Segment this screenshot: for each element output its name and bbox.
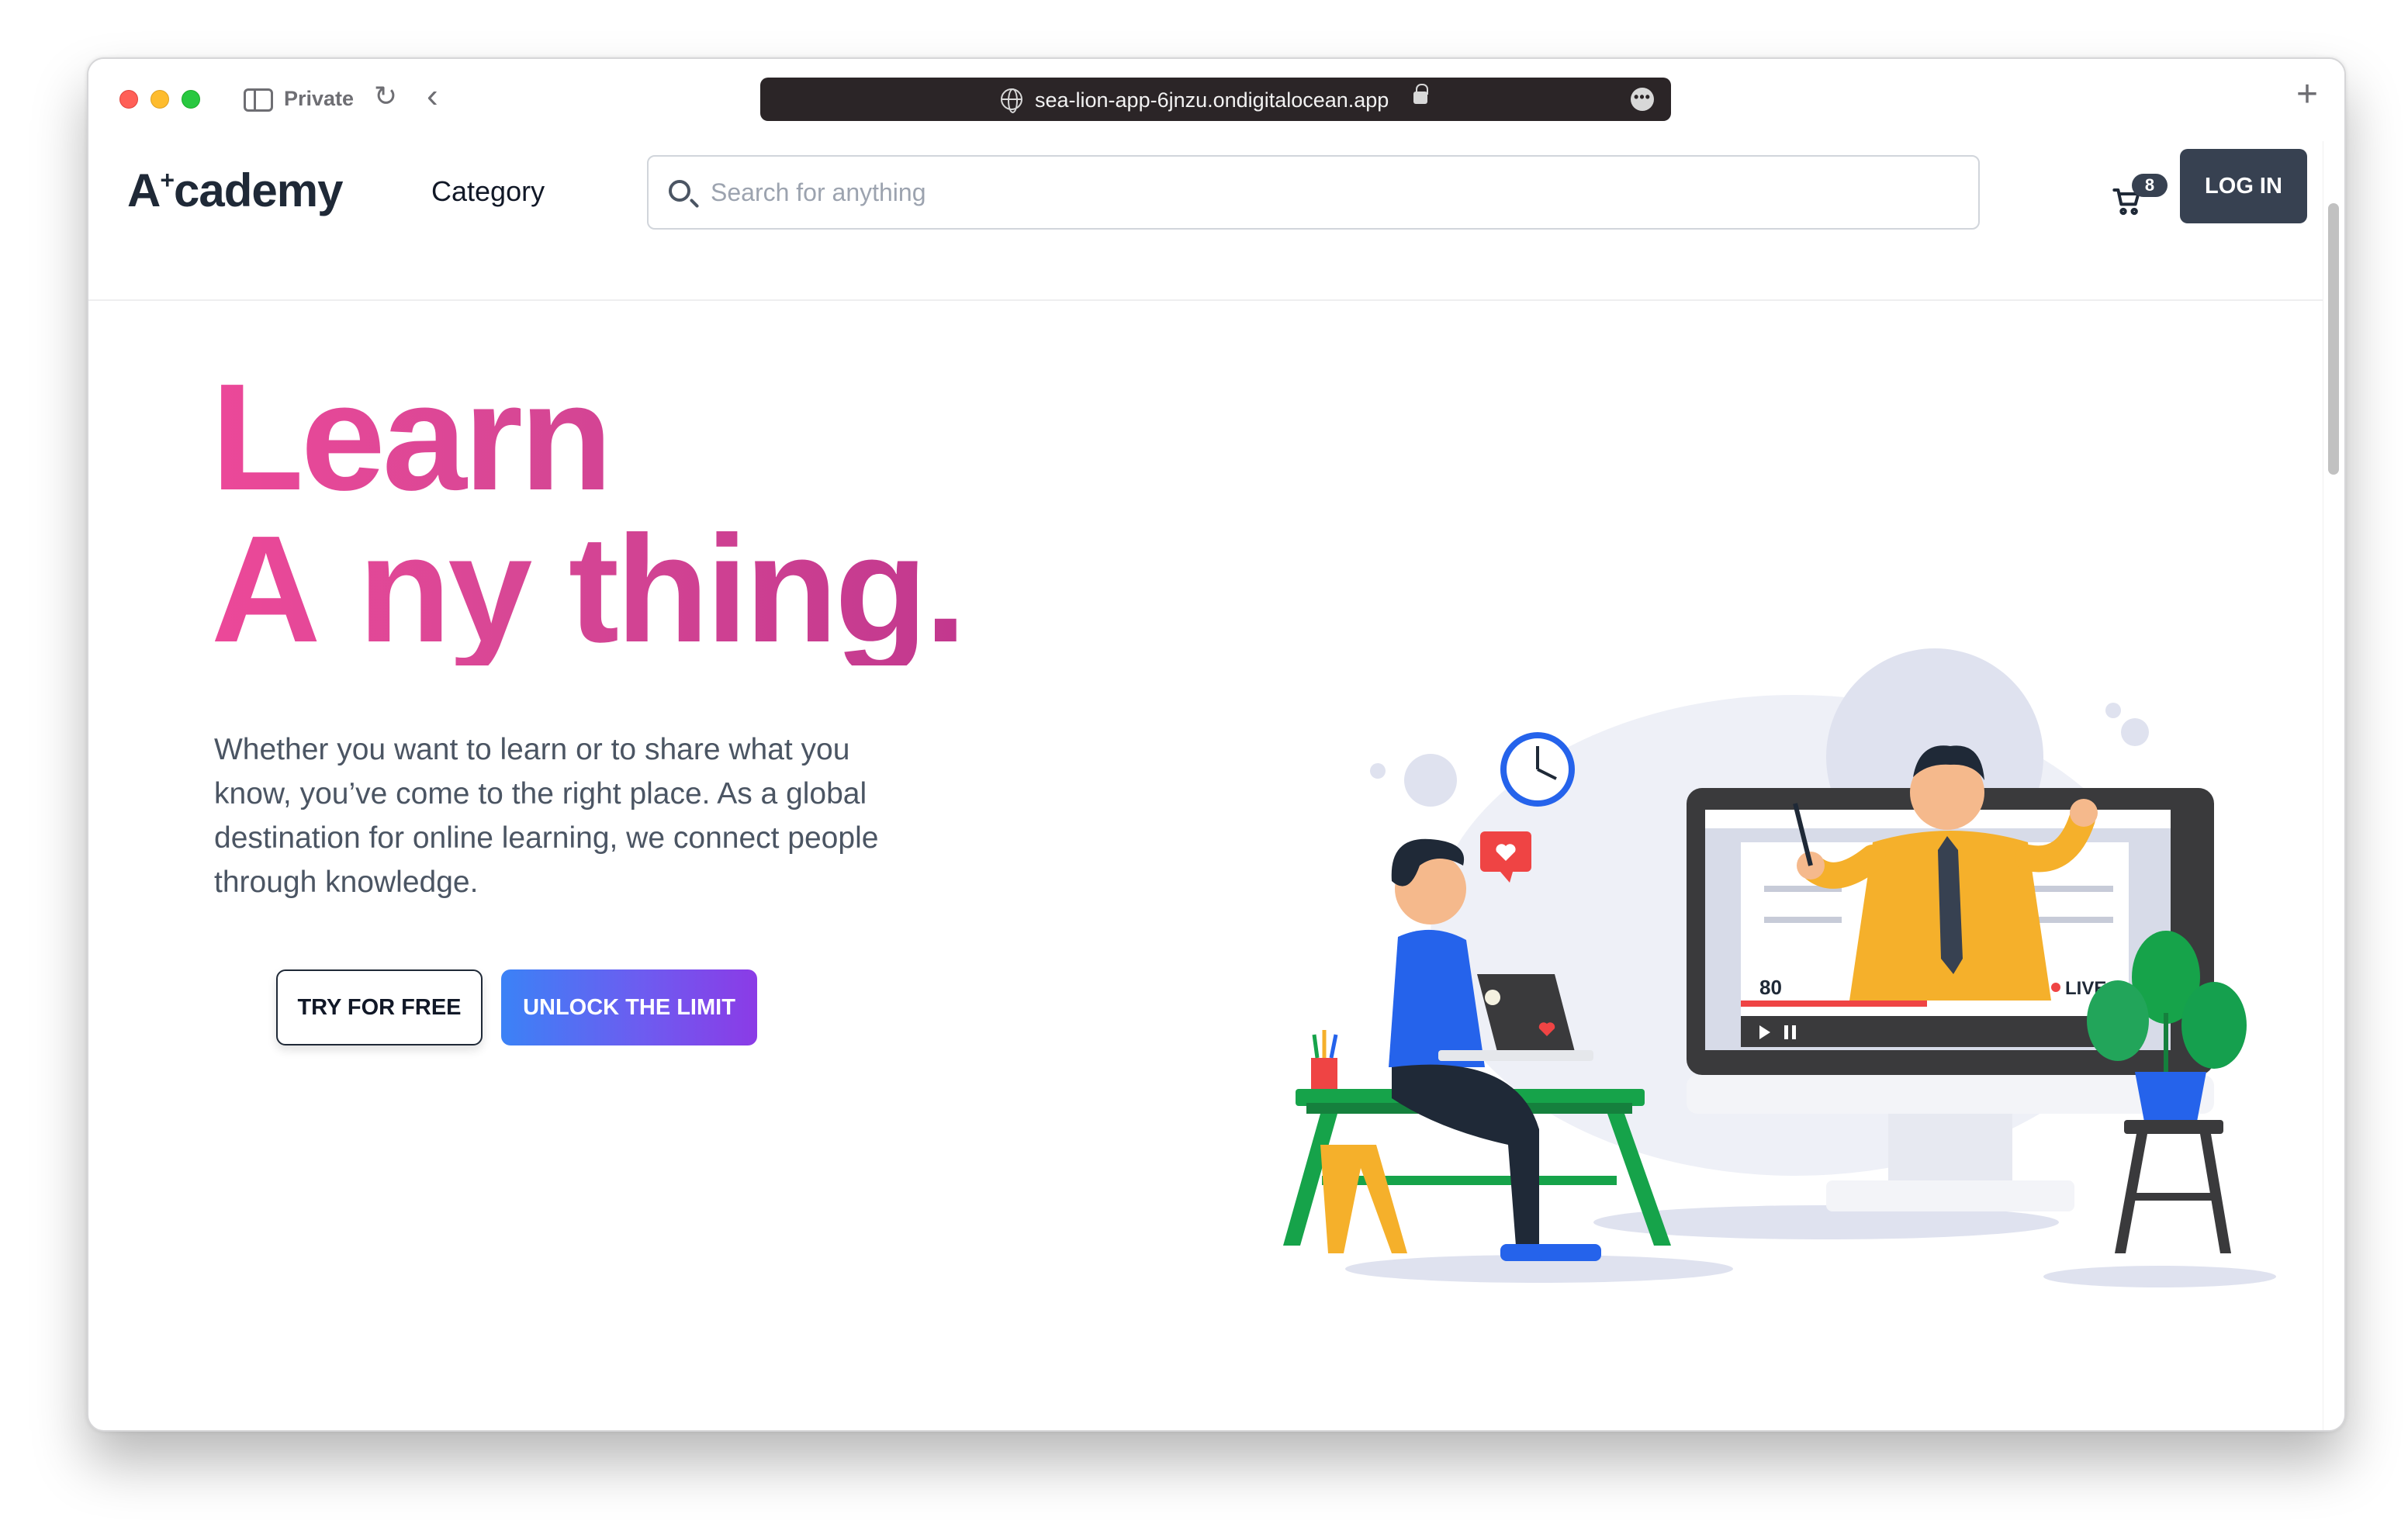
viewer-count: 80 (1759, 976, 1782, 999)
hero-title-line-2: A+ny thing. (211, 513, 964, 665)
hero-description: Whether you want to learn or to share wh… (214, 733, 879, 899)
brand-logo[interactable]: A+cademy (127, 166, 344, 214)
category-menu-link[interactable]: Category (431, 175, 545, 208)
clock-icon (1500, 732, 1575, 807)
try-for-free-button[interactable]: TRY FOR FREE (276, 969, 483, 1045)
more-options-icon[interactable]: ••• (1631, 88, 1654, 111)
hero-title-rest: ny thing. (358, 504, 964, 674)
hero-illustration: 80 LIVE (1283, 648, 2276, 1287)
site-header: A+cademy Category 8 LOG IN (88, 141, 2323, 301)
private-mode-label: Private (284, 87, 355, 110)
search-bar[interactable] (647, 155, 1980, 230)
window-controls (119, 90, 200, 109)
cart-button[interactable]: 8 (2109, 171, 2168, 217)
lock-icon (1413, 84, 1428, 104)
page-scrollbar[interactable] (2323, 141, 2343, 1430)
hero-title-a: A (211, 504, 318, 674)
hero-title-plus: + (317, 552, 358, 635)
hero-title-line-1: Learn (211, 352, 610, 522)
search-input[interactable] (711, 157, 1952, 228)
minimize-window-button[interactable] (150, 90, 169, 109)
hero-title: Learn A+ny thing. (211, 361, 964, 665)
cart-count-badge: 8 (2132, 174, 2168, 197)
globe-icon (1001, 88, 1022, 113)
url-text: sea-lion-app-6jnzu.ondigitalocean.app (1035, 88, 1389, 112)
back-arrow-icon[interactable]: ‹ (427, 79, 438, 113)
sidebar-toggle-icon[interactable] (244, 88, 273, 112)
brand-plus: + (160, 166, 175, 194)
address-bar[interactable]: sea-lion-app-6jnzu.ondigitalocean.app ••… (760, 78, 1671, 121)
browser-toolbar: Private ↻ ‹ sea-lion-app-6jnzu.ondigital… (88, 59, 2344, 141)
reload-icon[interactable]: ↻ (374, 82, 397, 110)
close-window-button[interactable] (119, 90, 138, 109)
brand-suffix: cademy (174, 164, 343, 216)
browser-window: Private ↻ ‹ sea-lion-app-6jnzu.ondigital… (87, 57, 2346, 1432)
unlock-the-limit-button[interactable]: UNLOCK THE LIMIT (501, 969, 757, 1045)
zoom-window-button[interactable] (182, 90, 200, 109)
brand-prefix: A (127, 164, 161, 216)
scrollbar-thumb[interactable] (2328, 203, 2339, 475)
new-tab-icon[interactable]: + (2296, 76, 2318, 113)
login-button[interactable]: LOG IN (2180, 149, 2307, 223)
search-icon (669, 180, 690, 202)
